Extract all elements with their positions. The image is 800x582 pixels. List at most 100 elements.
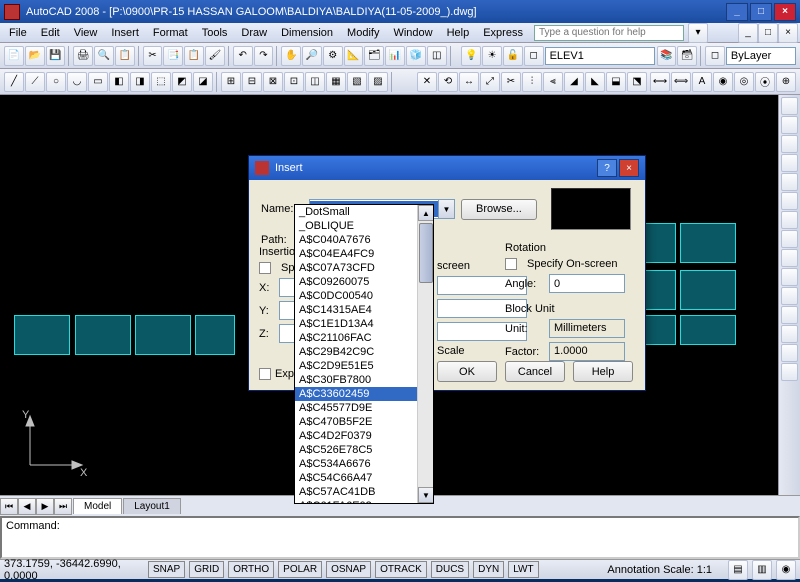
mod-b-icon[interactable]: ⟲ [438,72,458,92]
menu-format[interactable]: Format [146,25,195,41]
undo-icon[interactable]: ↶ [233,46,253,66]
dim-f-icon[interactable]: ⦿ [755,72,775,92]
paste-icon[interactable]: 📋 [184,46,204,66]
explode-checkbox[interactable] [259,368,271,380]
menu-file[interactable]: File [2,25,34,41]
tool-a-icon[interactable]: ◧ [109,72,129,92]
dialog-titlebar[interactable]: Insert ? × [249,156,645,180]
mod-f-icon[interactable]: ⫶ [522,72,542,92]
dropdown-item[interactable]: A$C04EA4FC9 [295,247,433,261]
doc-close-button[interactable]: × [778,23,798,43]
rtool-icon[interactable] [781,325,798,343]
layer-states-icon[interactable]: 🗃 [677,46,697,66]
dropdown-item[interactable]: A$C2D9E51E5 [295,359,433,373]
rtool-icon[interactable] [781,116,798,134]
dropdown-item[interactable]: A$C470B5F2E [295,415,433,429]
preview-icon[interactable]: 🔍 [94,46,114,66]
grid-toggle[interactable]: GRID [189,561,224,578]
dropdown-item[interactable]: A$C534A6676 [295,457,433,471]
mod-a-icon[interactable]: ✕ [417,72,437,92]
dropdown-item[interactable]: A$C21106FAC [295,331,433,345]
mod-d-icon[interactable]: ⤢ [480,72,500,92]
restore-button[interactable]: □ [750,3,772,21]
dialog-help-button[interactable]: ? [597,159,617,177]
scroll-down-icon[interactable]: ▼ [418,487,434,503]
dropdown-item[interactable]: A$C33602459 [295,387,433,401]
tool-c-icon[interactable]: ⬚ [151,72,171,92]
rtool-icon[interactable] [781,230,798,248]
dropdown-item[interactable]: A$C54C66A47 [295,471,433,485]
match-icon[interactable]: 🖌 [205,46,225,66]
line-icon[interactable]: ╱ [4,72,24,92]
dropdown-item[interactable]: A$C09260075 [295,275,433,289]
layer-bulb-icon[interactable]: 💡 [461,46,481,66]
browse-button[interactable]: Browse... [461,199,537,220]
help-button[interactable]: Help [573,361,633,382]
lwt-toggle[interactable]: LWT [508,561,538,578]
rtool-icon[interactable] [781,154,798,172]
ok-button[interactable]: OK [437,361,497,382]
copy-icon[interactable]: 📑 [163,46,183,66]
status-icon-c[interactable]: ◉ [776,560,796,580]
tool-l-icon[interactable]: ▧ [347,72,367,92]
menu-window[interactable]: Window [386,25,439,41]
ortho-toggle[interactable]: ORTHO [228,561,274,578]
tool-icon[interactable]: ⚙ [323,46,343,66]
tab-next-icon[interactable]: ▶ [36,498,54,515]
polar-toggle[interactable]: POLAR [278,561,322,578]
dropdown-item[interactable]: A$C14315AE4 [295,303,433,317]
dropdown-item[interactable]: A$C57AC41DB [295,485,433,499]
dim-g-icon[interactable]: ⊕ [776,72,796,92]
menu-tools[interactable]: Tools [195,25,235,41]
rtool-icon[interactable] [781,306,798,324]
layer-color-icon[interactable]: ◻ [524,46,544,66]
tool-h-icon[interactable]: ⊠ [263,72,283,92]
tool5-icon[interactable]: 🧊 [406,46,426,66]
rtool-icon[interactable] [781,268,798,286]
dim-c-icon[interactable]: A [692,72,712,92]
dropdown-item[interactable]: A$C526E78C5 [295,443,433,457]
tab-last-icon[interactable]: ⏭ [54,498,72,515]
rtool-icon[interactable] [781,192,798,210]
layer-prop-icon[interactable]: 📚 [657,46,677,66]
command-line[interactable]: Command: [0,516,800,559]
tab-prev-icon[interactable]: ◀ [18,498,36,515]
tab-model[interactable]: Model [73,498,122,514]
layer-combo[interactable]: ELEV1 [545,47,655,65]
menu-express[interactable]: Express [476,25,530,41]
rotation-specify-checkbox[interactable] [505,258,517,270]
annotation-scale[interactable]: Annotation Scale: 1:1 [607,564,712,576]
close-button[interactable]: × [774,3,796,21]
menu-view[interactable]: View [67,25,105,41]
status-icon-b[interactable]: ▥ [752,560,772,580]
doc-restore-button[interactable]: □ [758,23,778,43]
rect-icon[interactable]: ▭ [88,72,108,92]
rtool-icon[interactable] [781,97,798,115]
scroll-up-icon[interactable]: ▲ [418,205,434,221]
menu-draw[interactable]: Draw [234,25,274,41]
tool-i-icon[interactable]: ⊡ [284,72,304,92]
menu-help[interactable]: Help [440,25,477,41]
print-icon[interactable]: 🖨 [73,46,93,66]
snap-toggle[interactable]: SNAP [148,561,185,578]
dropdown-item[interactable]: A$C0DC00540 [295,289,433,303]
dyn-toggle[interactable]: DYN [473,561,504,578]
open-icon[interactable]: 📂 [25,46,45,66]
tool-f-icon[interactable]: ⊞ [221,72,241,92]
minimize-button[interactable]: _ [726,3,748,21]
otrack-toggle[interactable]: OTRACK [375,561,427,578]
tab-first-icon[interactable]: ⏮ [0,498,18,515]
osnap-toggle[interactable]: OSNAP [326,561,371,578]
arc-icon[interactable]: ◡ [67,72,87,92]
dropdown-item[interactable]: A$C45577D9E [295,401,433,415]
menu-edit[interactable]: Edit [34,25,67,41]
dropdown-item[interactable]: _DotSmall [295,205,433,219]
dim-a-icon[interactable]: ⟷ [650,72,670,92]
color-swatch-icon[interactable]: ◻ [705,46,725,66]
dim-b-icon[interactable]: ⟺ [671,72,691,92]
menu-modify[interactable]: Modify [340,25,386,41]
dropdown-item[interactable]: A$C30FB7800 [295,373,433,387]
dropdown-item[interactable]: _OBLIQUE [295,219,433,233]
new-icon[interactable]: 📄 [4,46,24,66]
rtool-icon[interactable] [781,173,798,191]
